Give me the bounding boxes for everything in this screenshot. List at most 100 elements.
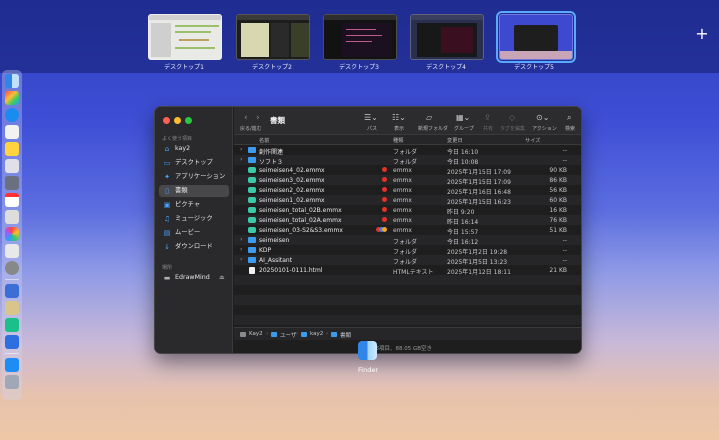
space-thumbnail-5[interactable] bbox=[496, 11, 576, 63]
file-kind: emmx bbox=[393, 186, 412, 194]
textedit-dock-icon[interactable] bbox=[5, 176, 19, 190]
space-label-1: デスクトップ1 bbox=[164, 64, 204, 71]
color-tag bbox=[382, 216, 387, 222]
add-space-button[interactable]: + bbox=[694, 26, 710, 42]
sidebar-item-applications[interactable]: ✦ アプリケーション bbox=[159, 171, 229, 183]
file-size: 60 KB bbox=[549, 196, 567, 204]
close-button[interactable] bbox=[163, 117, 170, 124]
zoom-button[interactable] bbox=[185, 117, 192, 124]
space-thumbnail-3[interactable] bbox=[323, 14, 397, 60]
new-folder-label: 新規フォルダ bbox=[418, 126, 449, 132]
reminders-dock-icon[interactable] bbox=[5, 210, 19, 224]
tag-icon[interactable]: ◇ bbox=[509, 113, 515, 122]
safari-dock-icon[interactable] bbox=[5, 108, 19, 122]
preview-dock-icon[interactable] bbox=[5, 244, 19, 258]
new-folder-icon[interactable]: ▱ bbox=[426, 113, 432, 122]
emmx-file-icon bbox=[248, 197, 256, 203]
edrawmind-dock-icon[interactable] bbox=[5, 318, 19, 332]
settings-dock-icon[interactable] bbox=[5, 261, 19, 275]
sidebar-item-desktop[interactable]: ▭ デスクトップ bbox=[159, 157, 229, 169]
sidebar-item-documents[interactable]: ▯ 書類 bbox=[159, 185, 229, 197]
share-icon[interactable]: ⇪ bbox=[484, 113, 491, 122]
column-size[interactable]: サイズ bbox=[525, 137, 540, 144]
file-size: 51 KB bbox=[549, 226, 567, 234]
column-name[interactable]: 名前 bbox=[259, 137, 269, 144]
search-icon[interactable]: ⌕ bbox=[567, 113, 571, 123]
action-icon[interactable]: ⊙⌄ bbox=[536, 113, 549, 122]
launchpad-dock-icon[interactable] bbox=[5, 91, 19, 105]
path-item-3[interactable]: 書類 bbox=[340, 331, 351, 339]
space-thumbnail-2[interactable] bbox=[236, 14, 310, 60]
back-icon[interactable]: ‹ bbox=[244, 113, 248, 123]
minimize-button[interactable] bbox=[174, 117, 181, 124]
space-label-5: デスクトップ5 bbox=[514, 64, 554, 71]
column-kind[interactable]: 種類 bbox=[393, 137, 403, 144]
file-row[interactable]: seimeisen1_02.emmx emmx 2025年1月15日 16:23 60… bbox=[234, 195, 581, 206]
path-icon[interactable]: ☰⌄ bbox=[364, 113, 378, 122]
file-row[interactable]: › 創作関連 フォルダ 今日 16:10 -- bbox=[234, 145, 581, 156]
file-row[interactable]: seimeisen3_02.emmx emmx 2025年1月15日 17:09 86… bbox=[234, 175, 581, 186]
file-name: seimeisen_03-S2&S3.emmx bbox=[259, 226, 343, 234]
path-item-1[interactable]: ユーザ bbox=[280, 331, 296, 339]
finder-toolbar: ‹ › 戻る/進む 書類 ☰⌄ パス ☷⌄ 表示 ▱ 新規フォルダ ▦⌄ グルー… bbox=[234, 107, 581, 135]
finder-dock-icon[interactable] bbox=[5, 74, 19, 88]
calendar-dock-icon[interactable] bbox=[5, 193, 19, 207]
folder-icon bbox=[331, 332, 337, 337]
finder-sidebar: よく使う項目 ⌂ kay2 ▭ デスクトップ ✦ アプリケーション ▯ 書類 ▣ ピクチャ… bbox=[155, 107, 233, 353]
disclosure-chevron-icon[interactable]: › bbox=[240, 156, 242, 163]
app-dock-icon-1[interactable] bbox=[5, 284, 19, 298]
sidebar-item-edrawmind[interactable]: ▬ EdrawMind ⏏ bbox=[159, 272, 229, 284]
sidebar-item-downloads[interactable]: ↓ ダウンロード bbox=[159, 241, 229, 253]
disclosure-chevron-icon[interactable]: › bbox=[240, 256, 242, 263]
view-list-icon[interactable]: ☷⌄ bbox=[392, 113, 406, 122]
file-row[interactable]: 20250101-0111.html HTMLテキスト 2025年1月12日 18:… bbox=[234, 265, 581, 276]
disclosure-chevron-icon[interactable]: › bbox=[240, 236, 242, 243]
desktop-icon: ▭ bbox=[163, 159, 171, 167]
color-tag bbox=[382, 196, 387, 202]
folder-icon bbox=[248, 147, 256, 153]
file-name: 20250101-0111.html bbox=[259, 266, 323, 274]
app-dock-icon-3[interactable] bbox=[5, 335, 19, 349]
photos-dock-icon[interactable] bbox=[5, 227, 19, 241]
file-name: seimeisen_total_02B.emmx bbox=[259, 206, 342, 214]
sidebar-item-music[interactable]: ♫ ミュージック bbox=[159, 213, 229, 225]
file-row[interactable]: › KDP フォルダ 2025年1月2日 19:28 -- bbox=[234, 245, 581, 256]
empty-row bbox=[234, 305, 581, 315]
file-row[interactable]: › ソフト３ フォルダ 今日 10:08 -- bbox=[234, 155, 581, 166]
sidebar-item-pictures[interactable]: ▣ ピクチャ bbox=[159, 199, 229, 211]
file-name: KDP bbox=[259, 246, 272, 254]
trash-dock-icon[interactable] bbox=[5, 375, 19, 389]
file-row[interactable]: seimeisen2_02.emmx emmx 2025年1月16日 16:48 56… bbox=[234, 185, 581, 196]
action-label: アクション bbox=[532, 126, 557, 132]
file-row[interactable]: seimeisen_03-S2&S3.emmx emmx 今日 15:57 51 KB bbox=[234, 225, 581, 236]
finder-app-icon[interactable] bbox=[358, 341, 377, 360]
app-store-dock-icon[interactable] bbox=[5, 358, 19, 372]
finder-main: ‹ › 戻る/進む 書類 ☰⌄ パス ☷⌄ 表示 ▱ 新規フォルダ ▦⌄ グルー… bbox=[234, 107, 581, 353]
space-thumbnail-1[interactable] bbox=[148, 14, 222, 60]
sidebar-item-movies[interactable]: ▤ ムービー bbox=[159, 227, 229, 239]
column-date[interactable]: 変更日 bbox=[447, 137, 463, 144]
mail-dock-icon[interactable] bbox=[5, 159, 19, 173]
drive-icon: ▬ bbox=[163, 274, 171, 282]
eject-icon[interactable]: ⏏ bbox=[219, 272, 225, 284]
forward-icon[interactable]: › bbox=[256, 113, 260, 123]
file-row[interactable]: › seimeisen フォルダ 今日 16:12 -- bbox=[234, 235, 581, 246]
chevron-right-icon: › bbox=[296, 331, 299, 337]
file-row[interactable]: seimeisen_total_02A.emmx emmx 昨日 16:14 76 K… bbox=[234, 215, 581, 226]
notes-dock-icon[interactable] bbox=[5, 125, 19, 139]
notes-yellow-dock-icon[interactable] bbox=[5, 142, 19, 156]
file-size: 56 KB bbox=[549, 186, 567, 194]
space-thumbnail-4[interactable] bbox=[410, 14, 484, 60]
disclosure-chevron-icon[interactable]: › bbox=[240, 146, 242, 153]
file-row[interactable]: seimeisen_total_02B.emmx emmx 昨日 9:20 16 KB bbox=[234, 205, 581, 216]
sidebar-item-home[interactable]: ⌂ kay2 bbox=[159, 143, 229, 155]
disclosure-chevron-icon[interactable]: › bbox=[240, 246, 242, 253]
file-name: seimeisen1_02.emmx bbox=[259, 196, 325, 204]
app-dock-icon-2[interactable] bbox=[5, 301, 19, 315]
group-icon[interactable]: ▦⌄ bbox=[456, 113, 470, 122]
file-row[interactable]: seimeisen4_02.emmx emmx 2025年1月15日 17:09 90… bbox=[234, 165, 581, 176]
path-item-0[interactable]: Kay2 bbox=[249, 331, 263, 337]
empty-row bbox=[234, 285, 581, 295]
file-row[interactable]: › AI_Assitant フォルダ 2025年1月5日 13:23 -- bbox=[234, 255, 581, 266]
path-item-2[interactable]: kay2 bbox=[310, 331, 323, 337]
